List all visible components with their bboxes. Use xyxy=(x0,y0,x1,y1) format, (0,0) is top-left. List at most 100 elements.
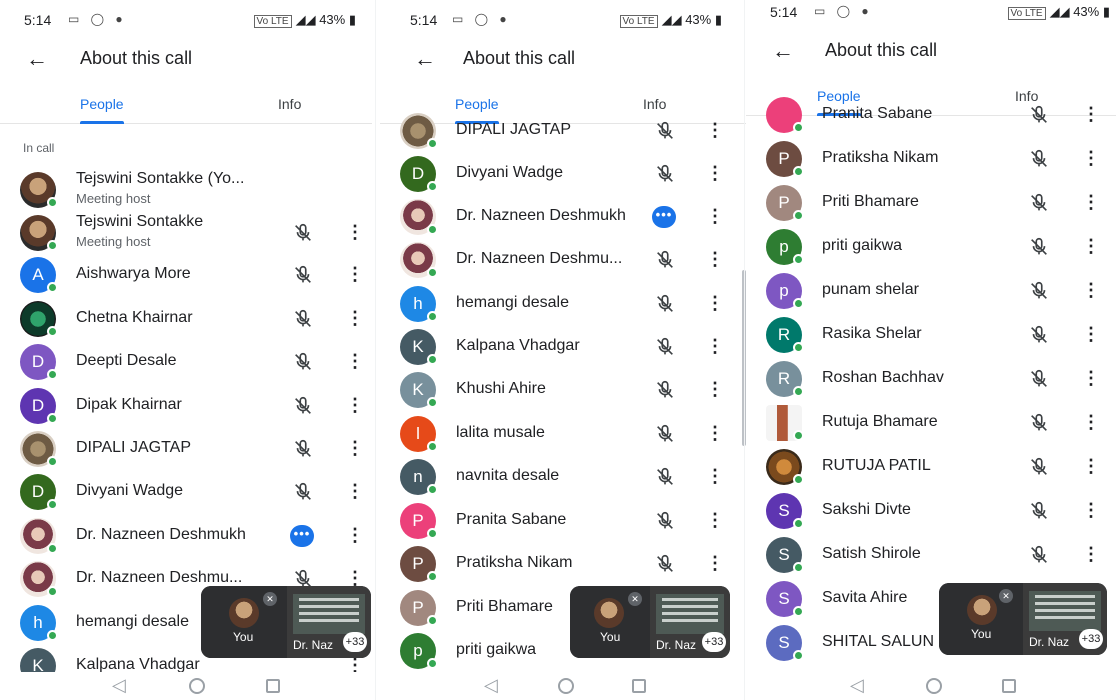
participant-row[interactable]: K Khushi Ahire ⋮ xyxy=(380,368,746,412)
nav-recents-icon[interactable] xyxy=(1002,679,1016,693)
nav-back-icon[interactable]: ◁ xyxy=(850,676,864,694)
more-options-icon[interactable]: ⋮ xyxy=(1082,280,1100,302)
avatar: A xyxy=(20,257,58,293)
participant-row[interactable]: Dr. Nazneen Deshmukh ••• ⋮ xyxy=(0,514,372,558)
nav-home-icon[interactable] xyxy=(926,678,942,694)
participant-row[interactable]: Chetna Khairnar ⋮ xyxy=(0,297,372,341)
participant-row[interactable]: S Sakshi Divte ⋮ xyxy=(746,489,1116,533)
more-options-icon[interactable]: ⋮ xyxy=(346,438,364,460)
participant-row[interactable]: P Pranita Sabane ⋮ xyxy=(380,499,746,543)
participant-row[interactable]: Tejswini Sontakke Meeting host ⋮ xyxy=(0,211,372,255)
more-options-icon[interactable]: ⋮ xyxy=(706,336,724,358)
more-options-icon[interactable]: ⋮ xyxy=(1082,456,1100,478)
more-options-icon[interactable]: ⋮ xyxy=(346,264,364,286)
more-options-icon[interactable]: ⋮ xyxy=(346,395,364,417)
mic-off-icon xyxy=(1028,412,1050,434)
mic-off-icon xyxy=(1028,544,1050,566)
participant-name: Pranita Sabane xyxy=(822,105,933,122)
participant-row[interactable]: Pranita Sabane ⋮ xyxy=(746,93,1116,137)
participant-row[interactable]: A Aishwarya More ⋮ xyxy=(0,253,372,297)
more-options-icon[interactable]: ⋮ xyxy=(706,553,724,575)
back-arrow-icon[interactable]: ← xyxy=(26,46,48,72)
presenter-label: Dr. Naz xyxy=(656,638,697,652)
online-status-dot xyxy=(47,456,58,467)
participant-row[interactable]: Rutuja Bhamare ⋮ xyxy=(746,401,1116,445)
avatar-initial: p xyxy=(779,281,789,300)
participant-row[interactable]: p punam shelar ⋮ xyxy=(746,269,1116,313)
participant-row[interactable]: S Satish Shirole ⋮ xyxy=(746,533,1116,577)
more-options-icon[interactable]: ⋮ xyxy=(706,379,724,401)
participant-row[interactable]: Dr. Nazneen Deshmu... ⋮ xyxy=(380,238,746,282)
participant-count-badge: +33 xyxy=(1079,629,1103,649)
more-options-icon[interactable]: ⋮ xyxy=(1082,236,1100,258)
more-options-icon[interactable]: ⋮ xyxy=(706,510,724,532)
tab-info[interactable]: Info xyxy=(278,96,301,112)
participant-row[interactable]: R Roshan Bachhav ⋮ xyxy=(746,357,1116,401)
more-options-icon[interactable]: ⋮ xyxy=(706,466,724,488)
nav-recents-icon[interactable] xyxy=(632,679,646,693)
more-options-icon[interactable]: ⋮ xyxy=(706,293,724,315)
participant-row[interactable]: D Deepti Desale ⋮ xyxy=(0,340,372,384)
participant-row[interactable]: P Priti Bhamare ⋮ xyxy=(746,181,1116,225)
status-time: 5:14 xyxy=(410,12,438,28)
more-options-icon[interactable]: ⋮ xyxy=(346,222,364,244)
back-arrow-icon[interactable]: ← xyxy=(414,46,436,72)
participant-row[interactable]: P Pratiksha Nikam ⋮ xyxy=(746,137,1116,181)
more-options-icon[interactable]: ⋮ xyxy=(1082,368,1100,390)
participant-row[interactable]: R Rasika Shelar ⋮ xyxy=(746,313,1116,357)
participant-row[interactable]: Dr. Nazneen Deshmukh ••• ⋮ xyxy=(380,195,746,239)
participant-row[interactable]: Tejswini Sontakke (Yo... Meeting host xyxy=(0,168,372,212)
more-options-icon[interactable]: ⋮ xyxy=(1082,500,1100,522)
avatar xyxy=(20,561,58,597)
more-options-icon[interactable]: ⋮ xyxy=(706,249,724,271)
participant-row[interactable]: D Dipak Khairnar ⋮ xyxy=(0,384,372,428)
avatar: S xyxy=(766,581,804,617)
participant-name: Dr. Nazneen Deshmukh xyxy=(76,526,246,543)
more-options-icon[interactable]: ⋮ xyxy=(346,525,364,547)
participant-name: Tejswini Sontakke (Yo... xyxy=(76,170,245,187)
video-pip[interactable]: ✕ You Dr. Naz +33 xyxy=(570,586,730,658)
more-options-icon[interactable]: ⋮ xyxy=(1082,544,1100,566)
participant-row[interactable]: D Divyani Wadge ⋮ xyxy=(380,152,746,196)
mic-off-icon xyxy=(1028,368,1050,390)
participant-row[interactable]: p priti gaikwa ⋮ xyxy=(746,225,1116,269)
nav-back-icon[interactable]: ◁ xyxy=(112,676,126,694)
participant-row[interactable]: RUTUJA PATIL ⋮ xyxy=(746,445,1116,489)
more-options-icon[interactable]: ⋮ xyxy=(1082,324,1100,346)
more-options-icon[interactable]: ⋮ xyxy=(706,163,724,185)
tab-people[interactable]: People xyxy=(80,96,124,112)
avatar-initial: h xyxy=(33,613,43,632)
video-pip[interactable]: ✕ You Dr. Naz +33 xyxy=(939,583,1107,655)
participant-row[interactable]: D Divyani Wadge ⋮ xyxy=(0,470,372,514)
nav-home-icon[interactable] xyxy=(558,678,574,694)
participant-row[interactable]: P Pratiksha Nikam ⋮ xyxy=(380,542,746,586)
volte-icon: Vo LTE xyxy=(1007,7,1046,20)
avatar-initial: p xyxy=(413,641,423,660)
participant-row[interactable]: l lalita musale ⋮ xyxy=(380,412,746,456)
nav-home-icon[interactable] xyxy=(189,678,205,694)
avatar: P xyxy=(400,590,438,626)
more-options-icon[interactable]: ⋮ xyxy=(1082,412,1100,434)
more-options-icon[interactable]: ⋮ xyxy=(346,481,364,503)
online-status-dot xyxy=(793,606,804,617)
participant-row[interactable]: DIPALI JAGTAP ⋮ xyxy=(380,109,746,153)
online-status-dot xyxy=(793,386,804,397)
nav-recents-icon[interactable] xyxy=(266,679,280,693)
participant-row[interactable]: K Kalpana Vhadgar ⋮ xyxy=(380,325,746,369)
nav-back-icon[interactable]: ◁ xyxy=(484,676,498,694)
participant-row[interactable]: n navnita desale ⋮ xyxy=(380,455,746,499)
more-options-icon[interactable]: ⋮ xyxy=(346,308,364,330)
participant-row[interactable]: DIPALI JAGTAP ⋮ xyxy=(0,427,372,471)
more-options-icon[interactable]: ⋮ xyxy=(1082,192,1100,214)
more-options-icon[interactable]: ⋮ xyxy=(706,206,724,228)
more-options-icon[interactable]: ⋮ xyxy=(706,120,724,142)
more-options-icon[interactable]: ⋮ xyxy=(1082,148,1100,170)
more-options-icon[interactable]: ⋮ xyxy=(706,423,724,445)
more-options-icon[interactable]: ⋮ xyxy=(346,351,364,373)
participant-row[interactable]: h hemangi desale ⋮ xyxy=(380,282,746,326)
avatar: p xyxy=(766,229,804,265)
app-bar: ← About this call xyxy=(746,34,1116,70)
back-arrow-icon[interactable]: ← xyxy=(772,38,794,64)
video-pip[interactable]: ✕ You Dr. Naz +33 xyxy=(201,586,371,658)
more-options-icon[interactable]: ⋮ xyxy=(1082,104,1100,126)
